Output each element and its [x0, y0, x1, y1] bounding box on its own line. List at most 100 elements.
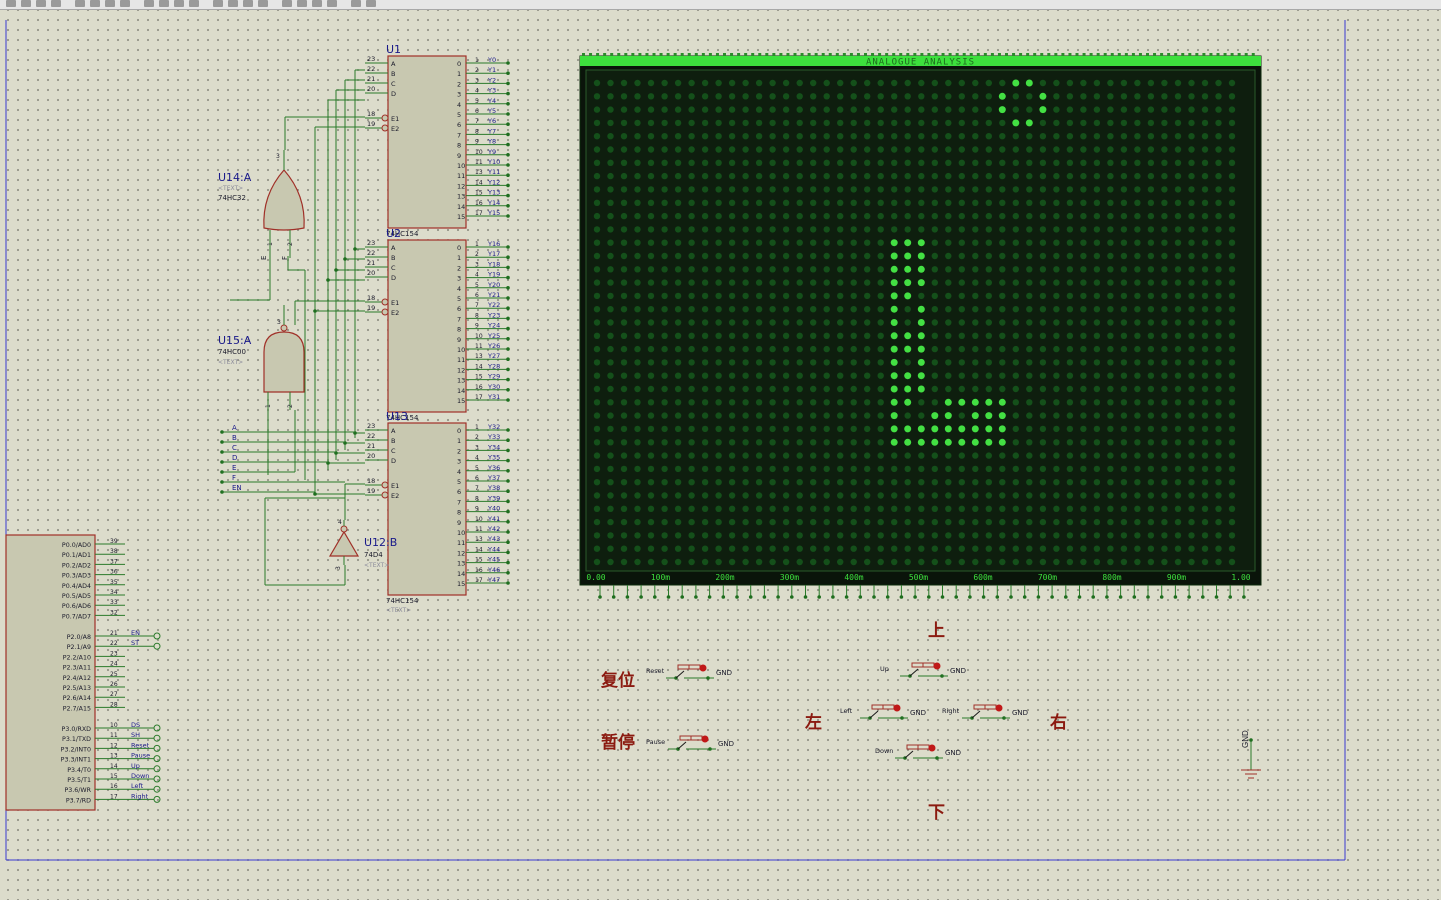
zoom-icon[interactable]	[120, 0, 130, 7]
open-icon[interactable]	[21, 0, 31, 7]
led-off	[1053, 119, 1060, 127]
button-up[interactable]: Up GND	[880, 662, 966, 678]
button-left[interactable]: Left GND	[840, 704, 926, 720]
terminal-right[interactable]	[153, 795, 161, 803]
block-copy-icon[interactable]	[189, 0, 199, 7]
button-reset[interactable]: Reset GND	[646, 664, 732, 680]
led-off	[904, 199, 911, 206]
grid-icon[interactable]	[51, 0, 61, 7]
led-off	[701, 239, 709, 246]
schematic-canvas[interactable]: A B C D E F EN U1 74HC154 23 A 22 B 21 C 20 D 18 E1 19 E2 0 1…	[0, 10, 1441, 900]
led-off	[742, 345, 749, 353]
terminal-st[interactable]	[153, 642, 161, 650]
port3-pin-name: P3.6/WR	[64, 787, 91, 794]
led-off	[1161, 279, 1168, 286]
button-pause[interactable]: Pause GND	[646, 735, 734, 751]
led-off	[958, 119, 965, 127]
top-pin	[737, 53, 741, 56]
led-off	[1026, 306, 1033, 313]
led-off	[972, 532, 979, 539]
led-off	[918, 558, 925, 566]
redo-icon[interactable]	[105, 0, 115, 7]
output-pin-number: 4	[475, 88, 479, 95]
led-off	[634, 306, 641, 313]
bom-icon[interactable]	[327, 0, 337, 7]
button-down[interactable]: Down GND	[875, 744, 961, 760]
led-off	[607, 279, 614, 286]
port0-pin-number: 37	[110, 558, 118, 565]
led-off	[1188, 119, 1195, 127]
led-off	[674, 133, 682, 140]
led-off	[728, 159, 736, 166]
terminal-down[interactable]	[153, 775, 161, 783]
save-icon[interactable]	[36, 0, 46, 7]
terminal-ds[interactable]	[153, 724, 161, 732]
output-junction	[506, 550, 510, 555]
block-delete-icon[interactable]	[243, 0, 253, 7]
copy-icon[interactable]	[159, 0, 169, 7]
top-pin	[934, 53, 938, 56]
led-off	[931, 79, 938, 87]
new-icon[interactable]	[6, 0, 16, 7]
block-move-icon[interactable]	[213, 0, 223, 7]
led-off	[755, 199, 763, 206]
undo-icon[interactable]	[90, 0, 100, 7]
terminal-sh[interactable]	[153, 734, 161, 742]
pick-icon[interactable]	[258, 0, 268, 7]
terminal-en[interactable]	[153, 632, 161, 640]
design-check-icon[interactable]	[351, 0, 361, 7]
led-off	[782, 439, 790, 446]
led-off	[1080, 399, 1087, 406]
pointer-icon[interactable]	[75, 0, 85, 7]
netlist-icon[interactable]	[312, 0, 322, 7]
led-off	[1201, 252, 1209, 260]
output-pin-number: 13	[475, 536, 483, 543]
display-pin-dot	[913, 595, 917, 599]
top-pin	[1181, 53, 1185, 56]
led-off	[1080, 172, 1087, 180]
terminal-reset[interactable]	[153, 744, 161, 752]
ares-icon[interactable]	[366, 0, 376, 7]
led-off	[620, 345, 628, 353]
cut-icon[interactable]	[144, 0, 154, 7]
search-icon[interactable]	[282, 0, 292, 7]
led-off	[1120, 558, 1128, 566]
led-off	[837, 465, 844, 473]
led-off	[688, 159, 695, 166]
led-off	[1215, 412, 1222, 419]
terminal-pause[interactable]	[153, 755, 161, 763]
terminal-left[interactable]	[153, 785, 161, 793]
led-off	[891, 186, 898, 193]
led-off	[1107, 106, 1114, 113]
led-on	[904, 425, 912, 433]
output-pin-number: 10	[475, 516, 483, 523]
display-pin-dot	[968, 595, 972, 599]
led-off	[782, 133, 790, 140]
top-pin	[948, 53, 952, 56]
led-off	[593, 186, 601, 193]
led-off	[1215, 306, 1222, 313]
top-pin	[1061, 53, 1065, 56]
button-right[interactable]: Right GND	[942, 704, 1028, 720]
ground-terminal[interactable]: GND	[1241, 730, 1261, 779]
led-on	[904, 345, 912, 353]
led-off	[715, 492, 722, 499]
led-off	[945, 133, 952, 140]
terminal-up[interactable]	[153, 765, 161, 773]
paste-icon[interactable]	[174, 0, 184, 7]
led-off	[674, 226, 682, 233]
led-off	[1066, 319, 1074, 326]
net-label-y46: Y46	[487, 566, 500, 574]
led-off	[958, 452, 965, 459]
led-off	[1120, 106, 1128, 113]
output-index: 6	[457, 121, 461, 129]
led-off	[931, 266, 938, 273]
led-off	[1026, 558, 1033, 566]
led-off	[958, 532, 965, 539]
wire-icon[interactable]	[297, 0, 307, 7]
display-pin-dot	[1187, 595, 1191, 599]
block-rotate-icon[interactable]	[228, 0, 238, 7]
led-off	[674, 505, 682, 512]
led-off	[620, 266, 628, 273]
port0-pin-name: P0.5/AD5	[62, 593, 91, 600]
